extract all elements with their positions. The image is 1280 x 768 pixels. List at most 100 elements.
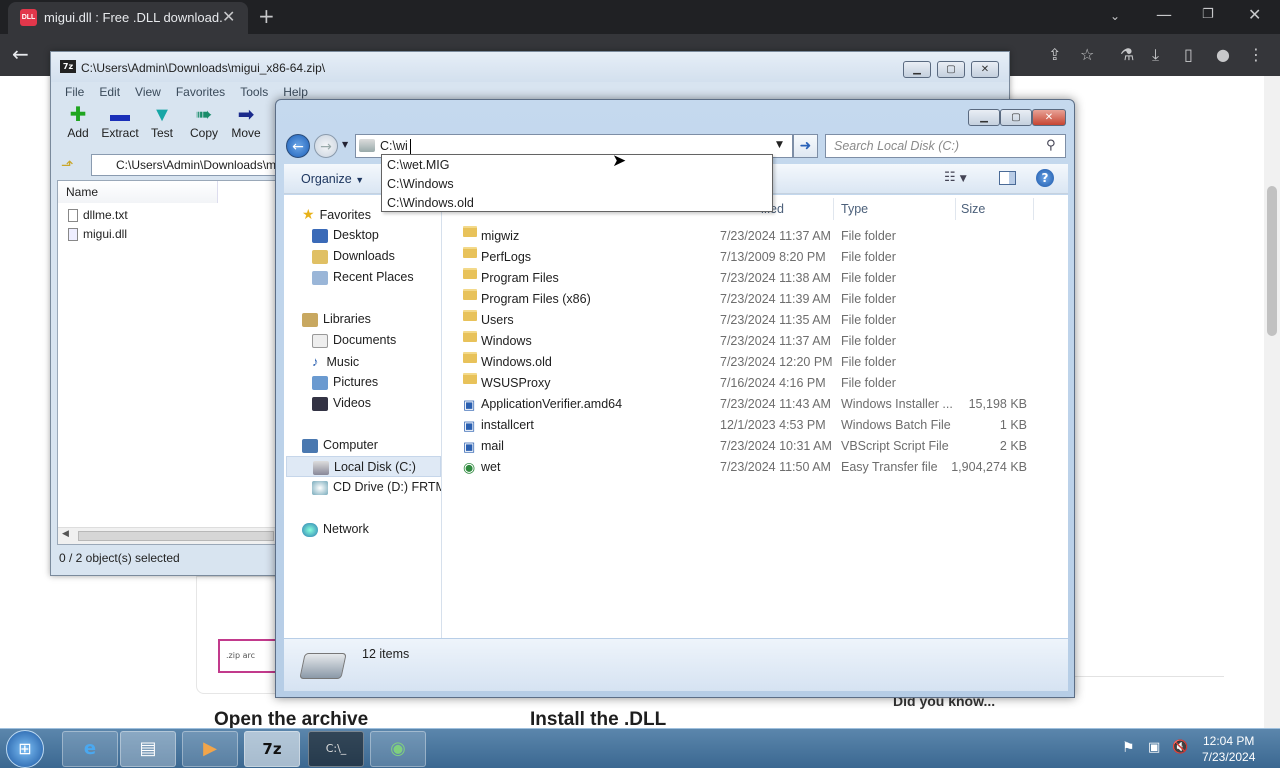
extension-icon[interactable]: ⚗ xyxy=(1120,45,1134,65)
organize-button[interactable]: Organize ▼ xyxy=(301,172,364,186)
file-row[interactable]: ◉ wet 7/23/2024 11:50 AM Easy Transfer file… xyxy=(443,457,1053,478)
cmd-icon[interactable]: C:\_ xyxy=(308,731,364,767)
file-date: 7/23/2024 11:43 AM xyxy=(720,397,831,411)
bookmark-star-icon[interactable]: ☆ xyxy=(1080,45,1094,65)
column-header-type[interactable]: Type xyxy=(841,202,868,216)
horizontal-scrollbar[interactable]: ◀ xyxy=(58,527,276,544)
nav-libraries[interactable]: Libraries xyxy=(302,309,371,330)
network-tray-icon[interactable]: ▣ xyxy=(1148,740,1160,755)
search-box[interactable]: Search Local Disk (C:) ⚲ xyxy=(825,134,1066,158)
autocomplete-item[interactable]: C:\wet.MIG xyxy=(387,156,450,174)
nav-recent-places[interactable]: Recent Places xyxy=(312,267,414,288)
nav-documents[interactable]: Documents xyxy=(312,330,396,351)
7zip-address-field[interactable]: C:\Users\Admin\Downloads\m xyxy=(91,154,281,176)
page-scrollbar[interactable] xyxy=(1264,76,1280,728)
preview-pane-icon[interactable] xyxy=(999,171,1016,185)
sidepanel-icon[interactable]: ▯ xyxy=(1184,45,1193,65)
7zip-icon[interactable]: 7z xyxy=(244,731,300,767)
download-icon[interactable]: ⤓ xyxy=(1152,45,1159,65)
nav-cd-drive[interactable]: CD Drive (D:) FRTME xyxy=(312,477,441,498)
file-row[interactable]: Users 7/23/2024 11:35 AM File folder xyxy=(443,310,1053,331)
file-row[interactable]: migwiz 7/23/2024 11:37 AM File folder xyxy=(443,226,1053,247)
nav-pictures[interactable]: Pictures xyxy=(312,372,378,393)
close-icon[interactable]: ✕ xyxy=(1248,5,1261,25)
nav-computer[interactable]: Computer xyxy=(302,435,378,456)
file-row[interactable]: ▣ mail 7/23/2024 10:31 AM VBScript Script F… xyxy=(443,436,1053,457)
back-arrow-icon[interactable]: ← xyxy=(12,44,29,64)
nav-downloads[interactable]: Downloads xyxy=(312,246,395,267)
media-icon[interactable]: ▶ xyxy=(182,731,238,767)
menu-view[interactable]: View xyxy=(135,83,161,101)
add-button[interactable]: ✚ Add xyxy=(57,104,99,148)
folder-icon[interactable]: ▤ xyxy=(120,731,176,767)
up-folder-icon[interactable]: ⬏ xyxy=(61,156,74,174)
volume-muted-icon[interactable]: 🔇 xyxy=(1172,740,1188,755)
file-row[interactable]: WSUSProxy 7/16/2024 4:16 PM File folder xyxy=(443,373,1053,394)
maximize-button[interactable]: ▢ xyxy=(937,61,965,78)
nav-music[interactable]: ♪ Music xyxy=(312,351,359,372)
nav-favorites[interactable]: ★ Favorites xyxy=(302,204,371,225)
file-row[interactable]: Windows 7/23/2024 11:37 AM File folder xyxy=(443,331,1053,352)
migwiz-icon[interactable]: ◉ xyxy=(370,731,426,767)
address-dropdown-icon[interactable]: ▼ xyxy=(776,140,783,150)
tab-search-icon[interactable]: ⌄ xyxy=(1110,6,1120,26)
view-options-icon[interactable]: ☷ ▼ xyxy=(944,170,967,185)
file-row[interactable]: migui.dll xyxy=(68,224,127,244)
recent-pages-chevron-icon[interactable]: ▼ xyxy=(342,140,348,149)
tab-title: migui.dll : Free .DLL download. xyxy=(44,10,223,25)
file-row[interactable]: PerfLogs 7/13/2009 8:20 PM File folder xyxy=(443,247,1053,268)
address-input[interactable]: C:\wi xyxy=(380,139,408,153)
autocomplete-item[interactable]: C:\Windows.old xyxy=(387,194,474,212)
minimize-icon[interactable]: — xyxy=(1156,5,1172,25)
autocomplete-item[interactable]: C:\Windows xyxy=(387,175,454,193)
start-button-icon[interactable]: ⊞ xyxy=(6,730,44,768)
file-row[interactable]: Program Files (x86) 7/23/2024 11:39 AM Fil… xyxy=(443,289,1053,310)
file-row[interactable]: Windows.old 7/23/2024 12:20 PM File folder xyxy=(443,352,1053,373)
file-row[interactable]: Program Files 7/23/2024 11:38 AM File fold… xyxy=(443,268,1053,289)
go-arrow-button[interactable]: ➜ xyxy=(793,134,818,158)
scroll-left-icon[interactable]: ◀ xyxy=(62,529,69,539)
move-button[interactable]: ➡ Move xyxy=(225,104,267,148)
action-center-flag-icon[interactable]: ⚑ xyxy=(1122,740,1135,756)
back-button-icon[interactable]: ← xyxy=(286,134,310,158)
share-icon[interactable]: ⇪ xyxy=(1048,45,1061,65)
clock-time[interactable]: 12:04 PM xyxy=(1203,734,1254,748)
explorer-window: ▁ ▢ ✕ ← → ▼ C:\wi ▼ ➜ Search Local Disk … xyxy=(275,99,1075,698)
profile-icon[interactable]: ● xyxy=(1216,45,1230,65)
close-button[interactable]: ✕ xyxy=(971,61,999,78)
minimize-button[interactable]: ▁ xyxy=(968,109,1000,126)
file-name: migwiz xyxy=(481,229,520,243)
help-icon[interactable]: ? xyxy=(1036,169,1054,187)
menu-favorites[interactable]: Favorites xyxy=(176,83,225,101)
search-icon[interactable]: ⚲ xyxy=(1046,138,1056,153)
scroll-thumb[interactable] xyxy=(1267,186,1277,336)
browser-tab[interactable]: DLL migui.dll : Free .DLL download. ✕ xyxy=(8,2,248,34)
nav-videos[interactable]: Videos xyxy=(312,393,371,414)
ie-icon[interactable]: e xyxy=(62,731,118,767)
menu-tools[interactable]: Tools xyxy=(240,83,268,101)
file-size: 1 KB xyxy=(999,418,1027,432)
copy-button[interactable]: ➠ Copy xyxy=(183,104,225,148)
column-header-size[interactable]: Size xyxy=(961,202,985,216)
menu-kebab-icon[interactable]: ⋮ xyxy=(1248,45,1264,65)
maximize-button[interactable]: ▢ xyxy=(1000,109,1032,126)
menu-edit[interactable]: Edit xyxy=(99,83,120,101)
close-button[interactable]: ✕ xyxy=(1032,109,1066,126)
new-tab-icon[interactable]: + xyxy=(258,6,275,26)
nav-local-disk-selected[interactable]: Local Disk (C:) xyxy=(286,456,441,477)
menu-file[interactable]: File xyxy=(65,83,84,101)
column-header-name[interactable]: Name xyxy=(58,181,218,203)
clock-date[interactable]: 7/23/2024 xyxy=(1202,750,1255,764)
file-row[interactable]: ▣ installcert 12/1/2023 4:53 PM Windows Bat… xyxy=(443,415,1053,436)
file-row[interactable]: dllme.txt xyxy=(68,205,128,225)
h-scroll-thumb[interactable] xyxy=(78,531,274,541)
forward-button-icon[interactable]: → xyxy=(314,134,338,158)
tab-close-icon[interactable]: ✕ xyxy=(222,8,235,28)
nav-desktop[interactable]: Desktop xyxy=(312,225,379,246)
minimize-button[interactable]: ▁ xyxy=(903,61,931,78)
restore-icon[interactable]: ❐ xyxy=(1202,5,1214,25)
file-row[interactable]: ▣ ApplicationVerifier.amd64 7/23/2024 11:4… xyxy=(443,394,1053,415)
test-button[interactable]: ▼ Test xyxy=(141,104,183,148)
nav-network[interactable]: Network xyxy=(302,519,369,540)
extract-button[interactable]: ▬ Extract xyxy=(99,104,141,148)
